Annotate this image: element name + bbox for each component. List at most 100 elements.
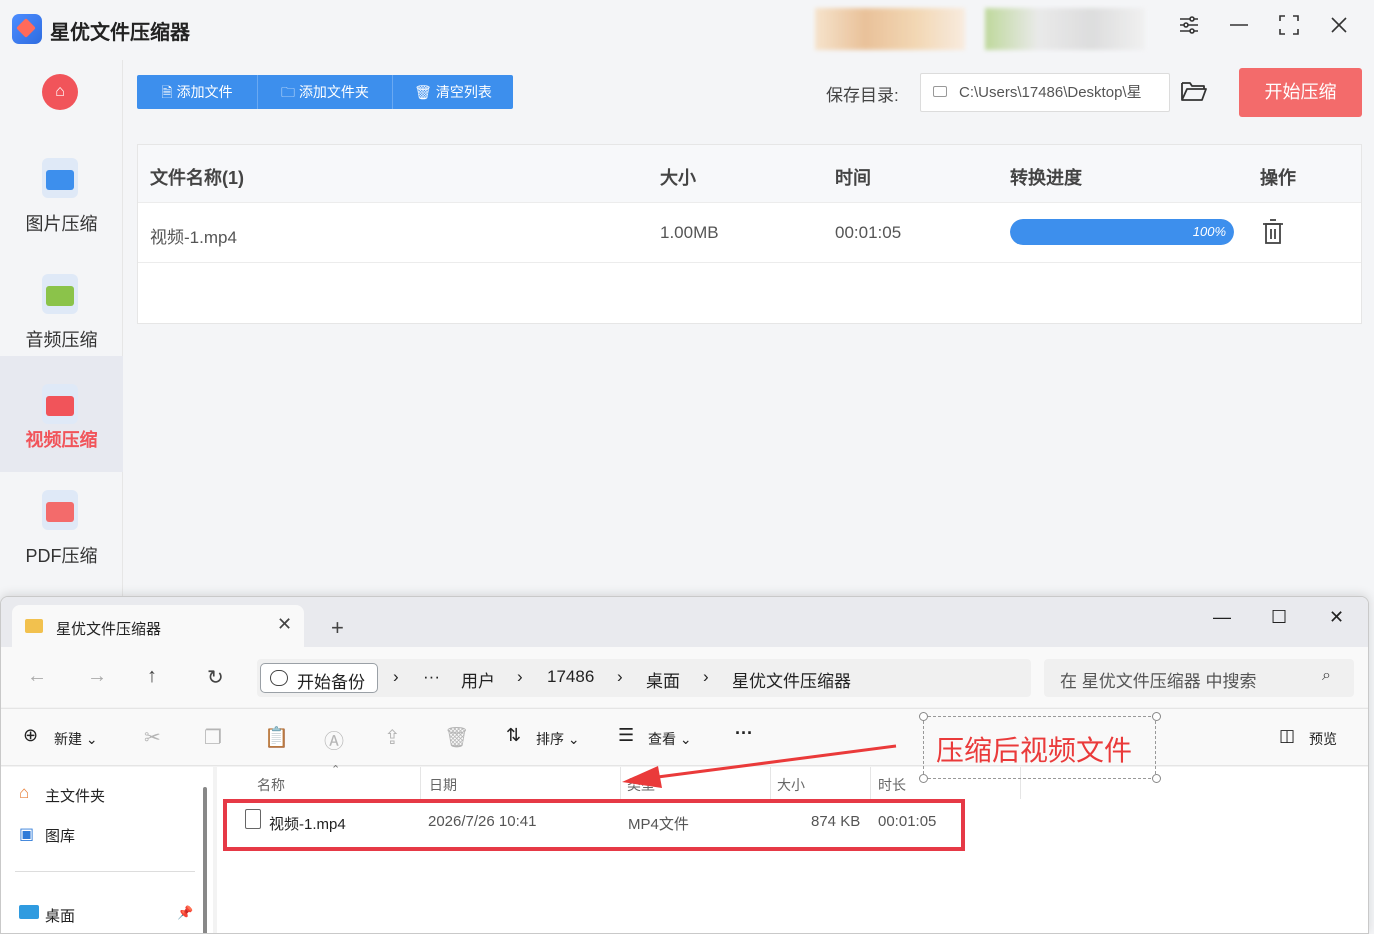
refresh-icon[interactable]: ↻ bbox=[207, 665, 224, 690]
sort-label: 排序 bbox=[536, 731, 564, 747]
nav-item-gallery[interactable]: ▣ 图库 bbox=[19, 825, 76, 846]
sidebar-item-audio[interactable]: 音频压缩 bbox=[0, 256, 123, 372]
breadcrumb-users[interactable]: 用户 bbox=[461, 667, 495, 692]
explorer-tab-title: 星优文件压缩器 bbox=[56, 621, 162, 638]
save-dir-label: 保存目录: bbox=[826, 86, 899, 105]
nav-item-label: 主文件夹 bbox=[45, 788, 106, 805]
sidebar: ⌂ 图片压缩 音频压缩 视频压缩 PDF压缩 bbox=[0, 60, 123, 600]
cloud-icon bbox=[270, 670, 288, 686]
save-path-input[interactable]: C:\Users\17486\Desktop\星 bbox=[920, 73, 1170, 112]
backup-button[interactable]: 开始备份 bbox=[260, 663, 378, 693]
new-label: 新建 bbox=[54, 731, 82, 747]
cut-icon[interactable]: ✂ bbox=[144, 725, 161, 750]
sidebar-item-label: 音频压缩 bbox=[25, 330, 98, 350]
progress-bar: 100% bbox=[1010, 219, 1234, 245]
col-header-name: 文件名称(1) bbox=[150, 168, 244, 188]
resize-handle bbox=[1152, 712, 1161, 721]
preview-button[interactable]: 预览 bbox=[1309, 729, 1337, 749]
desktop-icon bbox=[19, 905, 39, 919]
resize-handle bbox=[919, 712, 928, 721]
breadcrumb-desktop[interactable]: 桌面 bbox=[646, 667, 680, 692]
close-icon[interactable]: ✕ bbox=[1329, 607, 1344, 628]
column-divider bbox=[420, 767, 421, 799]
sort-indicator-icon: ⌃ bbox=[331, 764, 341, 776]
scrollbar[interactable] bbox=[203, 787, 207, 933]
explorer-tab-bar: 星优文件压缩器 ✕ + — ☐ ✕ bbox=[1, 597, 1368, 647]
settings-icon[interactable] bbox=[1174, 14, 1204, 44]
copy-icon[interactable]: ❐ bbox=[204, 725, 222, 750]
explorer-nav-bar: ← → ↑ ↻ 开始备份 › ··· 用户 › 17486 › 桌面 › 星优文… bbox=[1, 647, 1368, 707]
folder-icon bbox=[933, 86, 947, 97]
sort-button[interactable]: 排序 ⌄ bbox=[536, 729, 580, 749]
paste-icon[interactable]: 📋 bbox=[264, 725, 289, 750]
col-header-size: 大小 bbox=[660, 168, 696, 188]
table-header: 文件名称(1) 大小 时间 转换进度 操作 bbox=[138, 145, 1361, 203]
sidebar-item-label: PDF压缩 bbox=[25, 546, 98, 566]
new-button[interactable]: 新建 ⌄ bbox=[54, 729, 98, 749]
add-file-label: 添加文件 bbox=[176, 84, 233, 100]
explorer-nav-pane: ⌂ 主文件夹 ▣ 图库 桌面 📌 bbox=[1, 767, 213, 933]
chevron-right-icon: › bbox=[517, 667, 523, 686]
resize-handle bbox=[919, 774, 928, 783]
resize-handle bbox=[1152, 774, 1161, 783]
app-window: 星优文件压缩器 ⌂ 图片压缩 音频压缩 视频压缩 PDF压缩 🗎 添加文件 🗀 … bbox=[0, 0, 1374, 934]
chevron-right-icon: › bbox=[617, 667, 623, 686]
title-bar: 星优文件压缩器 bbox=[0, 0, 1374, 60]
up-arrow-icon[interactable]: ↑ bbox=[147, 665, 157, 688]
maximize-icon[interactable]: ☐ bbox=[1271, 607, 1287, 628]
annotation-text: 压缩后视频文件 bbox=[936, 735, 1133, 766]
rename-icon[interactable]: Ⓐ bbox=[324, 725, 344, 754]
sidebar-item-pdf[interactable]: PDF压缩 bbox=[0, 472, 123, 588]
preview-pane-icon: ◫ bbox=[1279, 726, 1296, 745]
close-icon[interactable] bbox=[1324, 14, 1354, 44]
col-header-name[interactable]: 名称 bbox=[257, 775, 285, 795]
breadcrumb-app-folder[interactable]: 星优文件压缩器 bbox=[732, 667, 851, 692]
breadcrumb-ellipsis[interactable]: ··· bbox=[423, 667, 440, 687]
annotation-label-box: 压缩后视频文件 bbox=[923, 716, 1156, 779]
open-folder-icon[interactable] bbox=[1180, 78, 1210, 108]
minimize-icon[interactable]: — bbox=[1213, 607, 1231, 628]
breadcrumb-user-id[interactable]: 17486 bbox=[547, 667, 594, 687]
image-icon bbox=[42, 158, 78, 198]
sort-icon: ⇅ bbox=[506, 725, 522, 745]
maximize-icon[interactable] bbox=[1274, 14, 1304, 44]
share-icon[interactable]: ⇪ bbox=[384, 725, 401, 750]
nav-item-home[interactable]: ⌂ 主文件夹 bbox=[19, 783, 106, 806]
sidebar-item-video[interactable]: 视频压缩 bbox=[0, 356, 123, 472]
add-file-button[interactable]: 🗎 添加文件 bbox=[137, 75, 258, 109]
start-compress-button[interactable]: 开始压缩 bbox=[1239, 68, 1362, 117]
explorer-tab[interactable]: 星优文件压缩器 ✕ bbox=[12, 605, 304, 647]
clear-list-label: 清空列表 bbox=[435, 84, 492, 100]
forward-arrow-icon[interactable]: → bbox=[87, 665, 107, 688]
col-header-date[interactable]: 日期 bbox=[429, 775, 457, 795]
plus-circle-icon: ⊕ bbox=[23, 725, 39, 745]
address-bar[interactable]: 开始备份 › ··· 用户 › 17486 › 桌面 › 星优文件压缩器 bbox=[257, 659, 1031, 697]
file-toolbar: 🗎 添加文件 🗀 添加文件夹 🗑 清空列表 bbox=[137, 75, 513, 109]
search-input[interactable]: 在 星优文件压缩器 中搜索 ⌕ bbox=[1044, 659, 1354, 697]
back-arrow-icon[interactable]: ← bbox=[27, 665, 47, 688]
file-time: 00:01:05 bbox=[835, 223, 902, 242]
col-header-progress: 转换进度 bbox=[1010, 168, 1082, 188]
nav-item-desktop[interactable]: 桌面 bbox=[19, 905, 75, 926]
video-icon bbox=[42, 384, 78, 424]
home-icon: ⌂ bbox=[19, 783, 30, 802]
delete-icon[interactable]: 🗑 bbox=[444, 725, 469, 750]
file-size: 1.00MB bbox=[660, 223, 719, 242]
folder-icon bbox=[25, 619, 43, 633]
chevron-right-icon: › bbox=[393, 667, 399, 686]
clear-list-button[interactable]: 🗑 清空列表 bbox=[393, 75, 513, 109]
sidebar-item-image[interactable]: 图片压缩 bbox=[0, 140, 123, 256]
minimize-icon[interactable] bbox=[1224, 14, 1254, 44]
add-folder-label: 添加文件夹 bbox=[298, 84, 369, 100]
new-tab-icon[interactable]: + bbox=[331, 615, 344, 641]
highlight-box bbox=[223, 799, 965, 851]
pin-icon: 📌 bbox=[177, 905, 194, 920]
tab-close-icon[interactable]: ✕ bbox=[277, 614, 292, 635]
add-folder-button[interactable]: 🗀 添加文件夹 bbox=[258, 75, 393, 109]
table-row[interactable]: 视频-1.mp4 1.00MB 00:01:05 100% bbox=[138, 203, 1361, 263]
save-path-value: C:\Users\17486\Desktop\星 bbox=[959, 84, 1142, 101]
home-icon[interactable]: ⌂ bbox=[42, 74, 78, 110]
delete-icon[interactable] bbox=[1262, 219, 1284, 245]
nav-item-label: 图库 bbox=[45, 828, 76, 845]
app-title: 星优文件压缩器 bbox=[50, 22, 190, 44]
